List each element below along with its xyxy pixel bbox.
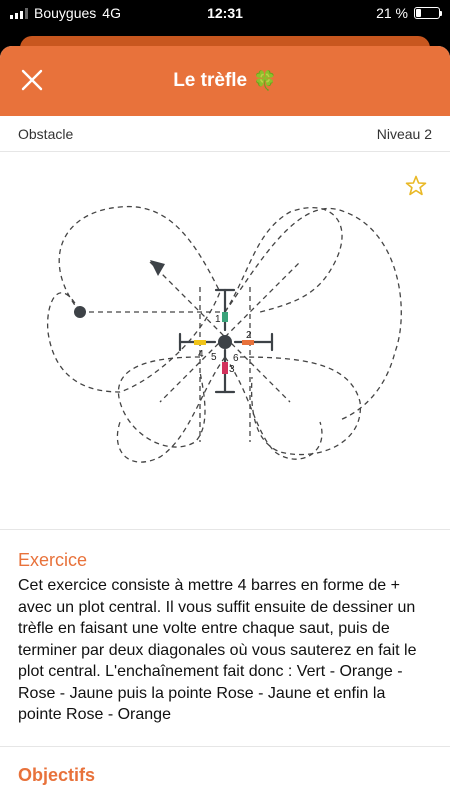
path-bottom-right-loop	[239, 356, 361, 456]
exercise-sheet: Le trèfle 🍀 Obstacle Niveau 2 1 2 3 4 5 …	[0, 46, 450, 800]
battery-icon	[414, 7, 442, 19]
arrow-head	[150, 260, 165, 276]
battery-percent: 21 %	[376, 5, 408, 21]
path-diagonal-1	[149, 261, 226, 338]
battery-info: 21 %	[376, 5, 442, 21]
label-5: 5	[211, 352, 217, 363]
sheet-header: Le trèfle 🍀	[0, 46, 450, 116]
status-bar: Bouygues 4G 12:31 21 %	[0, 0, 450, 26]
clover-icon: 🍀	[253, 71, 277, 92]
exercise-section: Exercice Cet exercice consiste à mettre …	[0, 530, 450, 726]
path-bottom-center-loop-2	[224, 356, 323, 460]
bar-yellow	[194, 340, 206, 345]
page-title-text: Le trèfle	[173, 70, 248, 91]
category-label: Obstacle	[18, 125, 74, 142]
label-6: 6	[233, 353, 239, 364]
level-label: Niveau 2	[376, 125, 432, 142]
exercise-diagram-area: 1 2 3 4 5 6	[0, 152, 450, 530]
central-plot	[218, 335, 232, 349]
exercise-heading: Exercice	[18, 550, 88, 570]
bar-pink	[222, 362, 228, 374]
label-1: 1	[215, 314, 221, 325]
path-left-loop	[46, 205, 221, 393]
path-diagonal-2	[224, 261, 301, 338]
label-4: 4	[198, 349, 204, 360]
clover-course-diagram: 1 2 3 4 5 6	[46, 205, 402, 463]
bar-green	[222, 312, 228, 322]
meta-row: Obstacle Niveau 2	[0, 116, 450, 152]
label-3: 3	[229, 364, 235, 375]
path-right-loop	[224, 207, 402, 421]
exercise-description: Cet exercice consiste à mettre 4 barres …	[18, 577, 417, 723]
path-top-right-loop	[224, 207, 343, 313]
start-point	[74, 306, 86, 318]
path-bottom-center-loop	[116, 356, 226, 463]
objectives-heading: Objectifs	[18, 764, 96, 785]
page-title: Le trèfle 🍀	[173, 69, 277, 93]
label-2: 2	[246, 330, 252, 341]
close-icon[interactable]	[20, 68, 44, 92]
